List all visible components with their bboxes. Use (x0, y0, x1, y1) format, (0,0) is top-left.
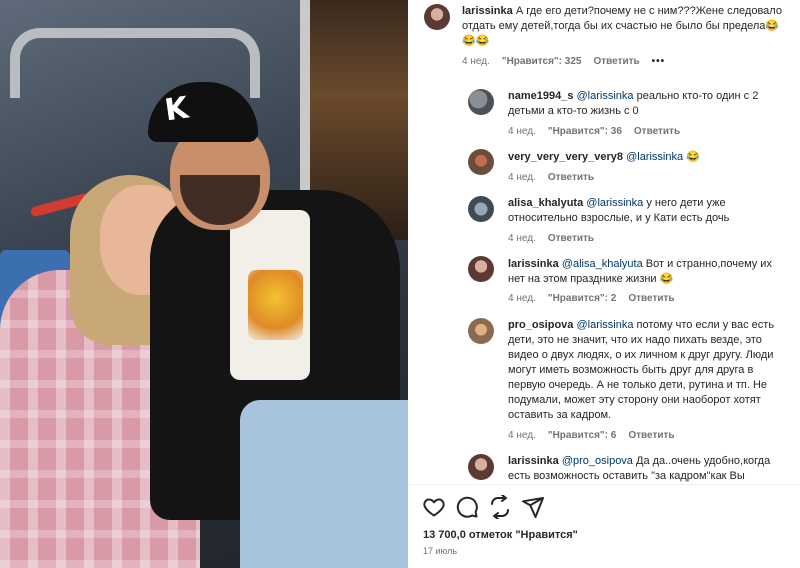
comment-time: 4 нед. (508, 172, 536, 183)
likes-count[interactable]: 13 700,0 отметок "Нравится" (423, 529, 578, 541)
comment-meta: 4 нед. "Нравится": 325 Ответить ••• (462, 56, 665, 67)
comment-body: very_very_very_very8 @larissinka 😂 (508, 150, 788, 165)
comment-username[interactable]: larissinka (508, 258, 559, 270)
send-icon[interactable] (521, 495, 545, 519)
comment-likes[interactable]: "Нравится": 36 (548, 126, 622, 137)
comment-body: name1994_s @larissinka реально кто-то од… (508, 89, 788, 119)
comment-body: larissinka @pro_osipova Да да..очень удо… (508, 454, 793, 484)
cap-logo: K (162, 90, 191, 129)
reply-button[interactable]: Ответить (634, 126, 680, 137)
comment-likes[interactable]: "Нравится": 6 (548, 430, 617, 441)
share-icon[interactable] (488, 495, 512, 519)
comment-username[interactable]: very_very_very_very8 (508, 151, 623, 163)
comment-body: larissinka @alisa_khalyuta Вот и странно… (508, 257, 788, 287)
comment-time: 4 нед. (462, 56, 490, 67)
comment-time: 4 нед. (508, 233, 536, 244)
comment-username[interactable]: alisa_khalyuta (508, 197, 583, 209)
comment-mention[interactable]: @larissinka (577, 90, 634, 102)
comment-username[interactable]: larissinka (462, 5, 513, 17)
comment-meta: 4 нед. "Нравится": 6 Ответить (508, 430, 675, 441)
comment-icon[interactable] (455, 495, 479, 519)
post-date: 17 июль (423, 546, 458, 556)
comment-time: 4 нед. (508, 293, 536, 304)
comment-meta: 4 нед. Ответить (508, 233, 594, 244)
comments-list[interactable]: larissinka А где его дети?почему не с ни… (408, 0, 800, 484)
comment-text: потому что если у вас есть дети, это не … (508, 319, 775, 421)
post-actions: 13 700,0 отметок "Нравится" 17 июль (408, 484, 800, 568)
comments-panel: larissinka А где его дети?почему не с ни… (408, 0, 800, 568)
comment-body: larissinka А где его дети?почему не с ни… (462, 4, 782, 49)
comment-likes[interactable]: "Нравится": 325 (502, 56, 582, 67)
comment-time: 4 нед. (508, 126, 536, 137)
avatar[interactable] (468, 256, 494, 282)
comment-body: pro_osipova @larissinka потому что если … (508, 318, 793, 423)
comment-username[interactable]: name1994_s (508, 90, 573, 102)
comment-meta: 4 нед. Ответить (508, 172, 594, 183)
avatar[interactable] (424, 4, 450, 30)
post-photo[interactable]: K (0, 0, 408, 568)
more-options-icon[interactable]: ••• (652, 56, 666, 67)
comment-meta: 4 нед. "Нравится": 36 Ответить (508, 126, 680, 137)
avatar[interactable] (468, 89, 494, 115)
reply-button[interactable]: Ответить (593, 56, 639, 67)
comment-meta: 4 нед. "Нравится": 2 Ответить (508, 293, 675, 304)
man-shirt-print (248, 270, 303, 340)
comment-time: 4 нед. (508, 430, 536, 441)
reply-button[interactable]: Ответить (548, 233, 594, 244)
comment-mention[interactable]: @alisa_khalyuta (562, 258, 643, 270)
comment-text: 😂 (686, 151, 700, 163)
reply-button[interactable]: Ответить (548, 172, 594, 183)
comment-mention[interactable]: @larissinka (586, 197, 643, 209)
comment-mention[interactable]: @larissinka (576, 319, 633, 331)
comment-username[interactable]: pro_osipova (508, 319, 573, 331)
avatar[interactable] (468, 196, 494, 222)
reply-button[interactable]: Ответить (628, 430, 674, 441)
comment-mention[interactable]: @larissinka (626, 151, 683, 163)
avatar[interactable] (468, 149, 494, 175)
comment-body: alisa_khalyuta @larissinka у него дети у… (508, 196, 788, 226)
reply-button[interactable]: Ответить (628, 293, 674, 304)
man-pants (240, 400, 408, 568)
comment-mention[interactable]: @pro_osipova (562, 455, 633, 467)
comment-username[interactable]: larissinka (508, 455, 559, 467)
comment-likes[interactable]: "Нравится": 2 (548, 293, 617, 304)
avatar[interactable] (468, 318, 494, 344)
heart-icon[interactable] (422, 495, 446, 519)
avatar[interactable] (468, 454, 494, 480)
